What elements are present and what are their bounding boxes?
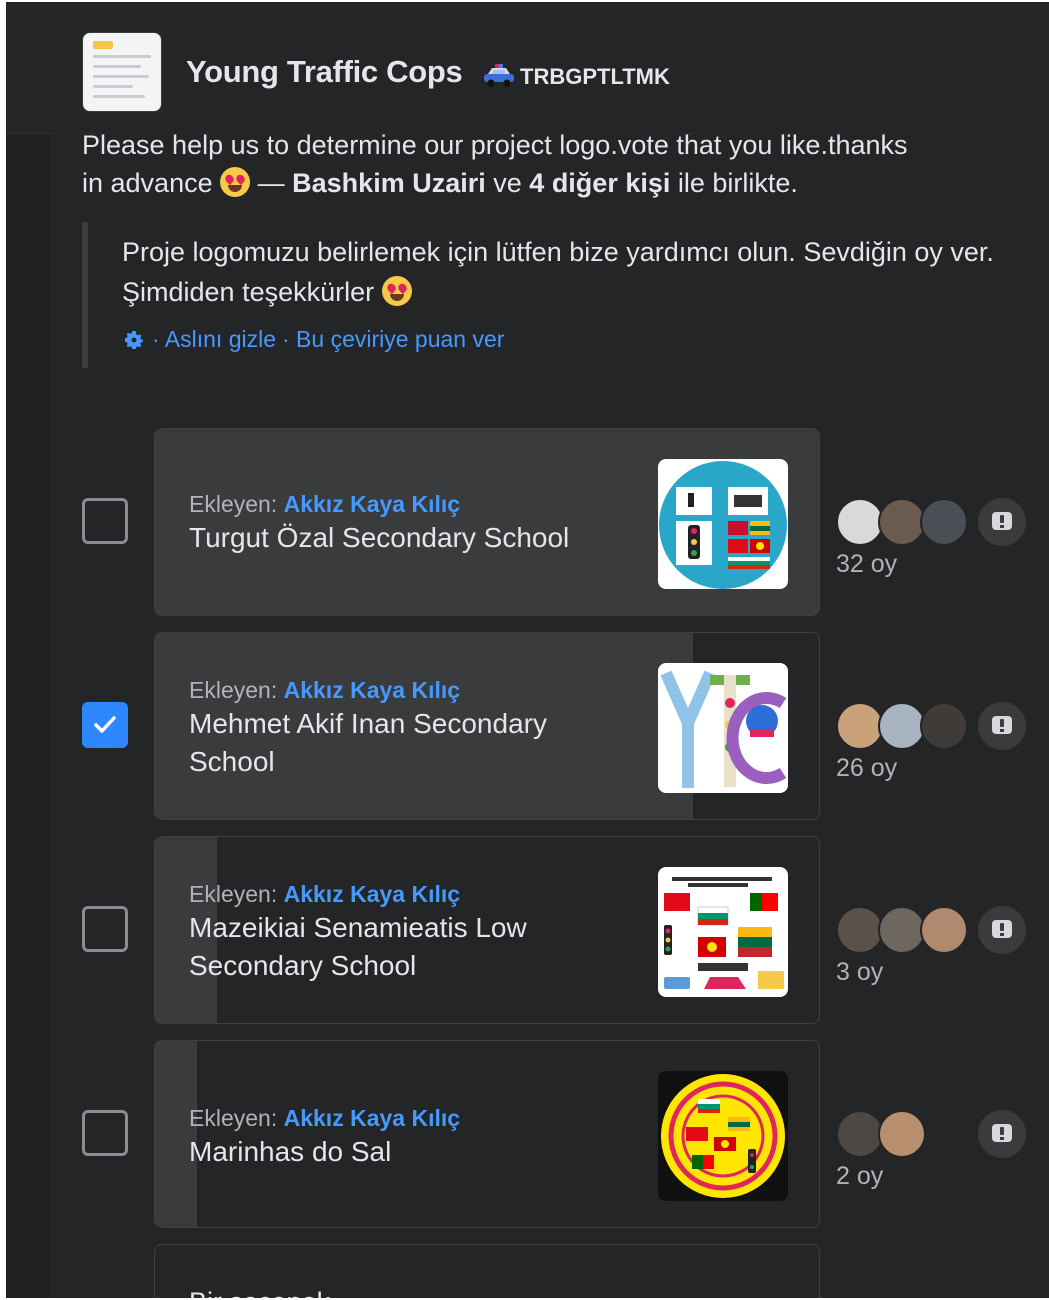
post-conjunction: ve <box>493 168 522 198</box>
added-by: Ekleyen: Akkız Kaya Kılıç <box>189 879 629 909</box>
avatar <box>920 702 968 750</box>
hide-original-link[interactable]: · Aslını gizle <box>152 326 276 353</box>
avatar <box>920 498 968 546</box>
avatar <box>878 702 926 750</box>
avatar <box>878 498 926 546</box>
rate-translation-link[interactable]: · Bu çeviriye puan ver <box>282 326 504 353</box>
voter-avatars[interactable] <box>836 702 976 752</box>
report-icon[interactable] <box>978 906 1026 954</box>
police-car-icon <box>484 64 514 87</box>
star-struck-emoji-icon <box>381 276 412 306</box>
post-text-line2: in advance — Bashkim Uzairi ve 4 diğer k… <box>82 164 1022 202</box>
poll-option-4[interactable]: Ekleyen: Akkız Kaya Kılıç Marinhas do Sa… <box>154 1040 820 1228</box>
option-logo-image[interactable] <box>658 459 788 589</box>
added-by-label: Ekleyen: <box>189 491 278 517</box>
post-header: Young Traffic Cops TRBGPTLTMK <box>6 2 1049 134</box>
poll-option-3[interactable]: Ekleyen: Akkız Kaya Kılıç Mazeikiai Sena… <box>154 836 820 1024</box>
avatar-line <box>93 85 133 88</box>
group-name-link[interactable]: Young Traffic Cops <box>186 54 463 90</box>
add-option-text: Bir seçenek... <box>189 1287 353 1298</box>
option-logo-image[interactable] <box>658 867 788 997</box>
poll-checkbox-option-4[interactable] <box>82 1110 128 1156</box>
poll-option-add[interactable]: Bir seçenek... <box>154 1244 820 1298</box>
added-by-user-link[interactable]: Akkız Kaya Kılıç <box>284 1105 460 1131</box>
added-by: Ekleyen: Akkız Kaya Kılıç <box>189 489 629 519</box>
report-icon[interactable] <box>978 1110 1026 1158</box>
added-by: Ekleyen: Akkız Kaya Kılıç <box>189 1103 629 1133</box>
post-text-in-advance: in advance <box>82 168 213 198</box>
vote-count[interactable]: 3 oy <box>836 958 883 987</box>
avatar-line <box>93 65 141 68</box>
left-rail <box>6 132 50 1298</box>
poll-checkbox-option-1[interactable] <box>82 498 128 544</box>
avatar <box>836 906 884 954</box>
app-frame: Young Traffic Cops TRBGPTLTMK Please hel… <box>6 2 1049 1298</box>
group-suffix: TRBGPTLTMK <box>520 64 670 89</box>
translation-text-content: Proje logomuzu belirlemek için lütfen bi… <box>122 237 994 307</box>
logo-image-1 <box>658 459 788 589</box>
avatar <box>836 498 884 546</box>
logo-image-3 <box>658 867 788 997</box>
poll-option-2[interactable]: Ekleyen: Akkız Kaya Kılıç Mehmet Akif In… <box>154 632 820 820</box>
tagged-others-link[interactable]: 4 diğer kişi <box>529 168 670 198</box>
avatar <box>836 1110 884 1158</box>
checkmark-icon <box>94 716 116 733</box>
vote-count[interactable]: 32 oy <box>836 550 897 579</box>
added-by-user-link[interactable]: Akkız Kaya Kılıç <box>284 491 460 517</box>
voter-avatars[interactable] <box>836 906 976 956</box>
tagged-user-link[interactable]: Bashkim Uzairi <box>292 168 486 198</box>
post-tail: ile birlikte. <box>677 168 798 198</box>
logo-image-2 <box>658 663 788 793</box>
avatar <box>920 906 968 954</box>
translation-block: Proje logomuzu belirlemek için lütfen bi… <box>82 222 1022 368</box>
added-by: Ekleyen: Akkız Kaya Kılıç <box>189 675 629 705</box>
option-text: Ekleyen: Akkız Kaya Kılıç Turgut Özal Se… <box>189 489 629 557</box>
gear-icon[interactable] <box>122 328 146 352</box>
report-icon[interactable] <box>978 498 1026 546</box>
avatar <box>878 906 926 954</box>
option-label: Mehmet Akif Inan Secondary School <box>189 708 547 777</box>
voter-avatars[interactable] <box>836 498 976 548</box>
logo-image-4 <box>658 1071 788 1201</box>
vote-count[interactable]: 26 oy <box>836 754 897 783</box>
option-label: Mazeikiai Senamieatis Low Secondary Scho… <box>189 912 527 981</box>
avatar <box>836 702 884 750</box>
option-logo-image[interactable] <box>658 663 788 793</box>
post-dash: — <box>257 168 285 198</box>
group-avatar[interactable] <box>82 32 162 112</box>
post-body: Please help us to determine our project … <box>82 126 1022 202</box>
option-text: Ekleyen: Akkız Kaya Kılıç Mazeikiai Sena… <box>189 879 629 985</box>
added-by-user-link[interactable]: Akkız Kaya Kılıç <box>284 677 460 703</box>
avatar <box>878 1110 926 1158</box>
translation-text: Proje logomuzu belirlemek için lütfen bi… <box>122 232 1022 312</box>
group-avatar-logo <box>93 41 113 49</box>
avatar-line <box>93 55 151 58</box>
added-by-label: Ekleyen: <box>189 1105 278 1131</box>
translation-links: · Aslını gizle · Bu çeviriye puan ver <box>122 326 504 353</box>
voter-avatars[interactable] <box>836 1110 976 1160</box>
option-text: Ekleyen: Akkız Kaya Kılıç Marinhas do Sa… <box>189 1103 629 1171</box>
poll-checkbox-option-2[interactable] <box>82 702 128 748</box>
option-logo-image[interactable] <box>658 1071 788 1201</box>
added-by-user-link[interactable]: Akkız Kaya Kılıç <box>284 881 460 907</box>
avatar-line <box>93 95 145 98</box>
avatar-line <box>93 75 149 78</box>
star-struck-emoji-icon <box>220 167 251 197</box>
added-by-label: Ekleyen: <box>189 881 278 907</box>
poll-checkbox-option-3[interactable] <box>82 906 128 952</box>
vote-count[interactable]: 2 oy <box>836 1162 883 1191</box>
option-label: Marinhas do Sal <box>189 1136 392 1167</box>
option-text: Ekleyen: Akkız Kaya Kılıç Mehmet Akif In… <box>189 675 629 781</box>
added-by-label: Ekleyen: <box>189 677 278 703</box>
poll-option-1[interactable]: Ekleyen: Akkız Kaya Kılıç Turgut Özal Se… <box>154 428 820 616</box>
option-label: Turgut Özal Secondary School <box>189 522 570 553</box>
report-icon[interactable] <box>978 702 1026 750</box>
